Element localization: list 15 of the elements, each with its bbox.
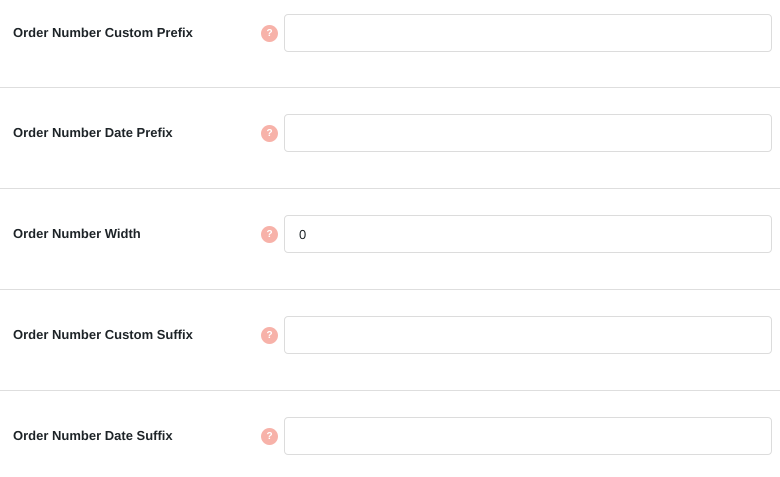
field-label: Order Number Custom Prefix (13, 24, 194, 42)
input-field[interactable] (284, 14, 772, 52)
field-label: Order Number Custom Suffix (13, 326, 194, 344)
help-icon[interactable]: ? (261, 428, 278, 444)
input-field[interactable]: 0 (284, 215, 772, 253)
field-label: Order Number Width (13, 225, 142, 244)
field-label: Order Number Date Prefix (13, 124, 174, 142)
help-icon[interactable]: ? (261, 226, 278, 242)
help-icon[interactable]: ? (261, 326, 278, 344)
input-field[interactable] (284, 316, 772, 354)
input-field[interactable] (284, 417, 772, 455)
help-icon[interactable]: ? (261, 24, 278, 42)
input-field[interactable] (284, 114, 772, 152)
field-label: Order Number Date Suffix (13, 427, 174, 446)
help-icon[interactable]: ? (261, 124, 278, 142)
